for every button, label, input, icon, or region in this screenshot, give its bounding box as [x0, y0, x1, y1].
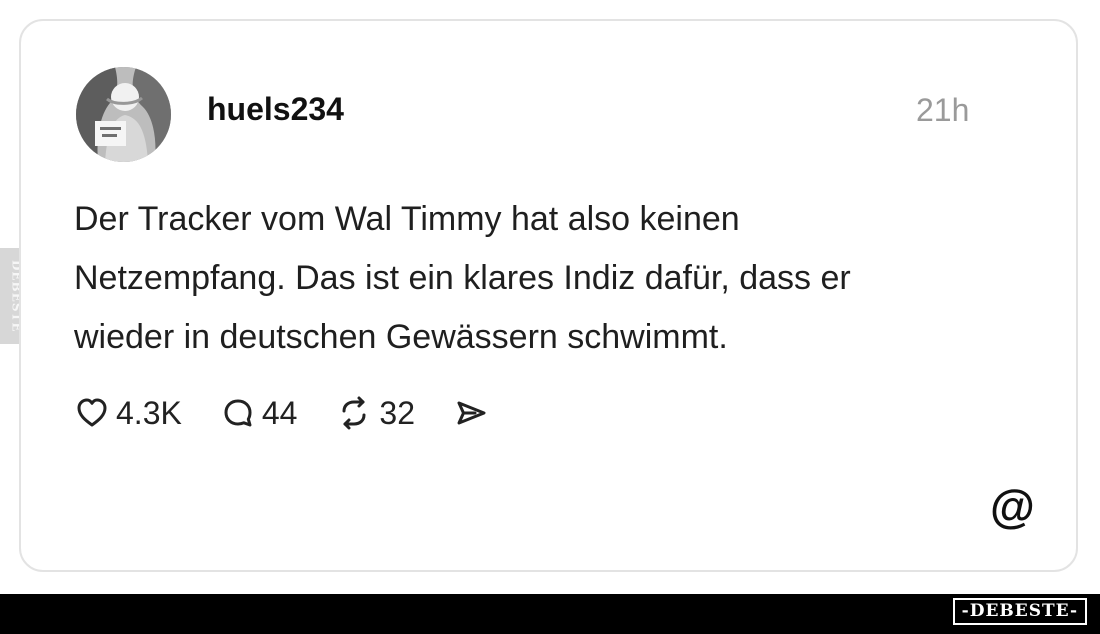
repost-icon: [342, 396, 366, 430]
like-count: 4.3K: [116, 394, 182, 431]
post-actions: 4.3K 44 32: [74, 388, 527, 438]
repost-count: 32: [379, 394, 416, 431]
avatar[interactable]: [76, 67, 171, 162]
comment-count: 44: [261, 394, 298, 431]
like-button[interactable]: 4.3K: [74, 395, 182, 432]
heart-icon: [77, 398, 107, 427]
repost-button[interactable]: 32: [335, 395, 415, 432]
post-text-line: Netzempfang. Das ist ein klares Indiz da…: [74, 259, 851, 297]
share-button[interactable]: [453, 395, 489, 431]
comment-button[interactable]: 44: [220, 394, 298, 432]
post-timestamp: 21h: [916, 92, 970, 128]
threads-logo-icon: @: [990, 480, 1035, 532]
post-text-line: Der Tracker vom Wal Timmy hat also keine…: [74, 200, 740, 238]
post-text: Der Tracker vom Wal Timmy hat also keine…: [74, 190, 1034, 367]
bottom-watermark: -DEBESTE-: [952, 598, 1087, 625]
bottom-watermark-bar: -DEBESTE-: [0, 594, 1100, 634]
comment-bubble-icon: [224, 399, 252, 427]
send-icon: [457, 401, 486, 425]
username[interactable]: huels234: [207, 91, 344, 128]
post-text-line: wieder in deutschen Gewässern schwimmt.: [74, 318, 728, 356]
